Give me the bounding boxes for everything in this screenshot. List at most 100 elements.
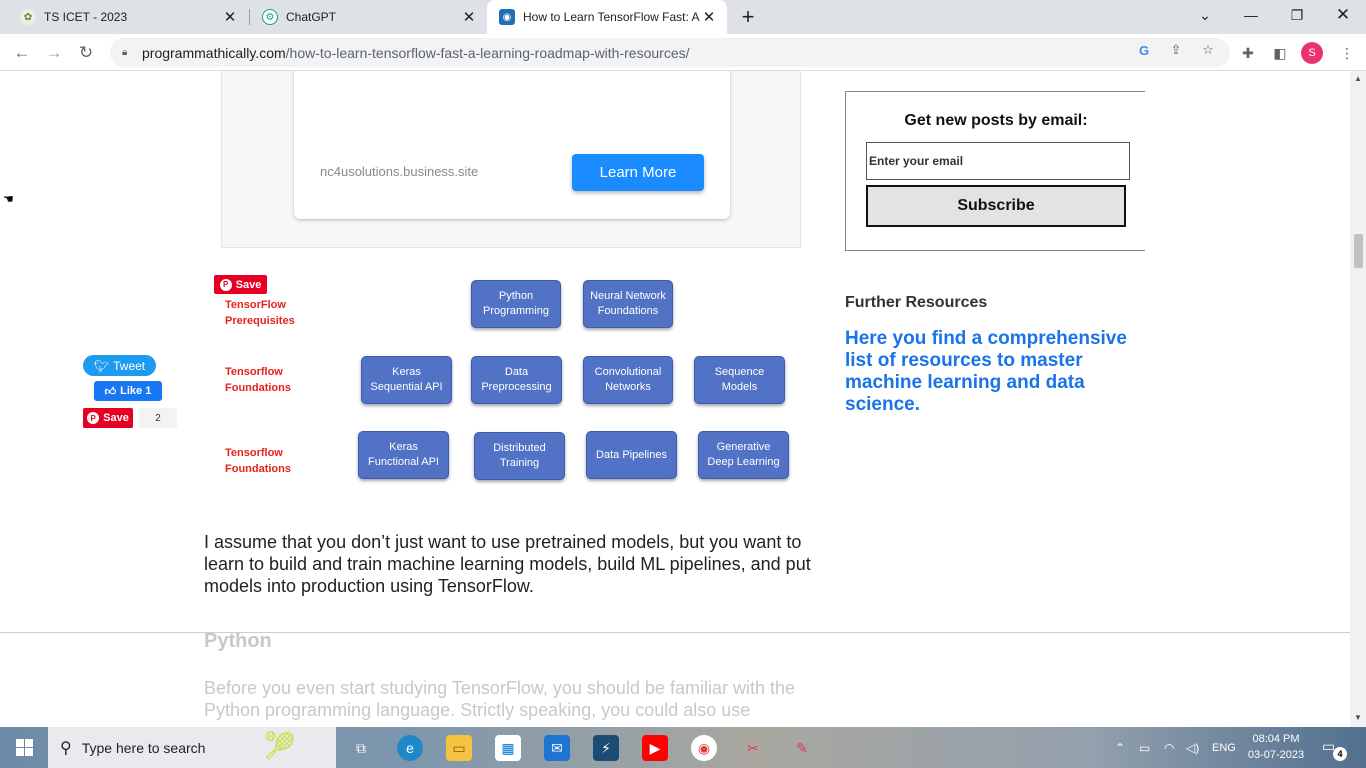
pinterest-icon: P bbox=[219, 278, 232, 291]
further-resources-link[interactable]: Here you find a comprehensive list of re… bbox=[845, 328, 1155, 416]
notification-badge: 4 bbox=[1333, 747, 1347, 761]
roadmap-diagram: P Save TensorFlow Prerequisites Tensorfl… bbox=[205, 271, 805, 486]
thumbs-up-icon: 👍︎ bbox=[104, 385, 117, 398]
pinterest-icon: P bbox=[87, 412, 100, 424]
save-label: Save bbox=[103, 412, 129, 424]
twitter-icon: 🐦︎ bbox=[93, 358, 110, 373]
tab-title: TS ICET - 2023 bbox=[44, 10, 128, 24]
tab-title: How to Learn TensorFlow Fast: A bbox=[523, 10, 700, 24]
task-view-icon[interactable]: ⧉ bbox=[348, 735, 374, 761]
paint-icon[interactable]: ✎ bbox=[789, 735, 815, 761]
url-domain: programmathically.com bbox=[142, 44, 286, 61]
menu-icon[interactable]: ⋮ bbox=[1336, 42, 1358, 64]
section-heading-python: Python bbox=[204, 630, 272, 652]
mysql-icon[interactable]: ⚡ bbox=[593, 735, 619, 761]
new-tab-button[interactable]: + bbox=[736, 4, 760, 29]
scroll-up-icon[interactable]: ▲ bbox=[1353, 74, 1363, 84]
node-sequence-models: Sequence Models bbox=[694, 356, 785, 404]
close-icon[interactable]: ✕ bbox=[461, 9, 477, 26]
start-button[interactable] bbox=[0, 727, 48, 768]
page-scrollbar[interactable]: ▲ ▼ bbox=[1350, 71, 1366, 727]
row-label-foundations: Tensorflow Foundations bbox=[225, 366, 291, 394]
chatgpt-icon: ⚙ bbox=[262, 9, 278, 25]
taskbar-search[interactable]: ⚲ Type here to search 🎾︎ bbox=[48, 727, 336, 768]
tab-ts-icet[interactable]: ✿ TS ICET - 2023 ✕ bbox=[8, 0, 248, 34]
wifi-icon[interactable]: ◠ bbox=[1164, 727, 1174, 768]
clock-time: 08:04 PM bbox=[1252, 733, 1300, 745]
google-icon[interactable]: G bbox=[1134, 40, 1154, 60]
minimize-icon[interactable]: — bbox=[1228, 0, 1274, 30]
volume-icon[interactable]: ◁) bbox=[1186, 727, 1199, 768]
language-indicator[interactable]: ENG bbox=[1212, 727, 1236, 768]
show-hidden-icons[interactable]: ⌃ bbox=[1115, 727, 1125, 768]
youtube-icon[interactable]: ▶ bbox=[642, 735, 668, 761]
further-resources-heading: Further Resources bbox=[845, 294, 988, 311]
tab-search-icon[interactable]: ⌄ bbox=[1182, 0, 1228, 30]
node-distributed-training: Distributed Training bbox=[474, 432, 565, 480]
pinterest-save-button[interactable]: P Save bbox=[83, 408, 133, 428]
node-convolutional-networks: Convolutional Networks bbox=[583, 356, 673, 404]
article-paragraph-faded: Before you even start studying TensorFlo… bbox=[204, 678, 795, 720]
email-signup-heading: Get new posts by email: bbox=[904, 112, 1088, 129]
edge-icon[interactable]: e bbox=[397, 735, 423, 761]
article-paragraph: I assume that you don’t just want to use… bbox=[204, 532, 811, 596]
scroll-thumb[interactable] bbox=[1354, 234, 1363, 268]
node-data-pipelines: Data Pipelines bbox=[586, 431, 677, 479]
extensions-icon[interactable]: ✚ bbox=[1237, 42, 1259, 64]
taskbar-clock[interactable]: 08:04 PM 03-07-2023 bbox=[1244, 731, 1308, 763]
profile-avatar[interactable]: S bbox=[1301, 42, 1323, 64]
pin-save-button[interactable]: P Save bbox=[214, 275, 267, 294]
pinterest-save-count: 2 bbox=[139, 408, 177, 428]
taskbar-search-placeholder: Type here to search bbox=[81, 739, 206, 756]
node-neural-network-foundations: Neural Network Foundations bbox=[583, 280, 673, 328]
ad-card[interactable]: nc4usolutions.business.site Learn More bbox=[294, 71, 730, 219]
mail-icon[interactable]: ✉ bbox=[544, 735, 570, 761]
tab-chatgpt[interactable]: ⚙ ChatGPT ✕ bbox=[250, 0, 487, 34]
restore-icon[interactable]: ❐ bbox=[1274, 0, 1320, 30]
subscribe-button[interactable]: Subscribe bbox=[866, 185, 1126, 227]
tennis-racket-icon: 🎾︎ bbox=[262, 730, 298, 761]
share-icon[interactable]: ⇪ bbox=[1166, 40, 1186, 60]
site-icon: ◉ bbox=[499, 9, 515, 25]
browser-toolbar: ← → ↻ 🔒︎ programmathically.com/how-to-le… bbox=[0, 34, 1366, 71]
scroll-down-icon[interactable]: ▼ bbox=[1353, 713, 1363, 723]
reload-icon[interactable]: ↻ bbox=[72, 39, 100, 67]
clock-date: 03-07-2023 bbox=[1247, 749, 1305, 761]
bookmark-star-icon[interactable]: ☆ bbox=[1198, 40, 1218, 60]
tab-tensorflow[interactable]: ◉ How to Learn TensorFlow Fast: A ✕ bbox=[487, 0, 727, 34]
hand-cursor-icon: ☚ bbox=[3, 192, 14, 206]
forward-icon[interactable]: → bbox=[40, 39, 68, 67]
address-bar[interactable]: 🔒︎ programmathically.com/how-to-learn-te… bbox=[110, 38, 1230, 67]
node-keras-functional-api: Keras Functional API bbox=[358, 431, 449, 479]
close-icon[interactable]: ✕ bbox=[222, 9, 238, 26]
email-input[interactable]: Enter your email bbox=[866, 142, 1130, 180]
snipping-tool-icon[interactable]: ✂ bbox=[740, 735, 766, 761]
store-icon[interactable]: ▦ bbox=[495, 735, 521, 761]
node-data-preprocessing: Data Preprocessing bbox=[471, 356, 562, 404]
close-icon[interactable]: ✕ bbox=[701, 9, 717, 26]
node-generative-deep-learning: Generative Deep Learning bbox=[698, 431, 789, 479]
node-python-programming: Python Programming bbox=[471, 280, 561, 328]
tab-title: ChatGPT bbox=[286, 10, 337, 24]
learn-more-button[interactable]: Learn More bbox=[572, 154, 704, 191]
globe-icon: ✿ bbox=[20, 9, 36, 25]
close-window-icon[interactable]: ✕ bbox=[1320, 0, 1366, 30]
like-label: Like 1 bbox=[120, 385, 152, 397]
url-path: /how-to-learn-tensorflow-fast-a-learning… bbox=[285, 44, 690, 61]
back-icon[interactable]: ← bbox=[8, 39, 36, 67]
page-content: nc4usolutions.business.site Learn More ☚… bbox=[0, 71, 1350, 727]
tweet-button[interactable]: 🐦︎ Tweet bbox=[83, 355, 156, 376]
node-keras-sequential-api: Keras Sequential API bbox=[361, 356, 452, 404]
chrome-icon[interactable]: ◉ bbox=[691, 735, 717, 761]
tweet-label: Tweet bbox=[113, 358, 146, 373]
windows-taskbar: ⚲ Type here to search 🎾︎ ⧉ e ▭ ▦ ✉ ⚡ ▶ ◉… bbox=[0, 727, 1366, 768]
file-explorer-icon[interactable]: ▭ bbox=[446, 735, 472, 761]
battery-icon[interactable]: ▭ bbox=[1139, 727, 1150, 768]
facebook-like-button[interactable]: 👍︎ Like 1 bbox=[94, 381, 162, 401]
windows-logo-icon bbox=[15, 739, 33, 756]
ad-domain: nc4usolutions.business.site bbox=[320, 164, 479, 179]
side-panel-icon[interactable]: ◧ bbox=[1269, 42, 1291, 64]
divider bbox=[0, 632, 1350, 633]
lock-icon: 🔒︎ bbox=[122, 47, 128, 58]
advertisement: nc4usolutions.business.site Learn More bbox=[221, 71, 801, 248]
